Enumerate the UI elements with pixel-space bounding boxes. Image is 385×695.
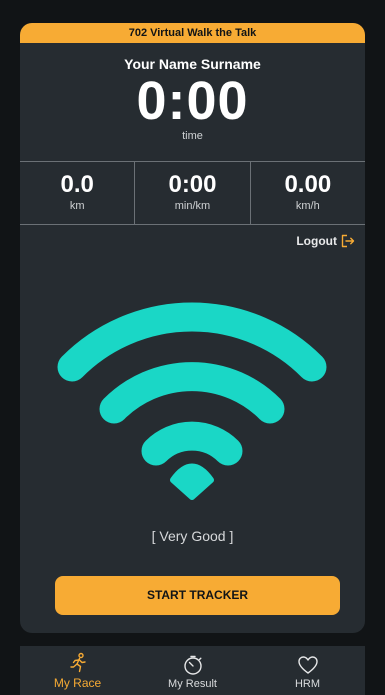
tab-my-result-label: My Result <box>168 678 217 690</box>
distance-stat: 0.0 km <box>20 162 136 224</box>
wifi-signal-icon <box>57 302 327 500</box>
speed-value: 0.00 <box>284 171 332 198</box>
pace-stat: 0:00 min/km <box>135 162 251 224</box>
app-screen: 702 Virtual Walk the Talk Your Name Surn… <box>0 0 385 695</box>
tab-hrm[interactable]: HRM <box>250 646 365 695</box>
runner-icon <box>69 652 86 673</box>
speed-stat: 0.00 km/h <box>251 162 365 224</box>
heart-icon <box>297 656 318 674</box>
start-tracker-button[interactable]: START TRACKER <box>55 576 340 615</box>
pace-unit: min/km <box>174 200 211 212</box>
elapsed-time-label: time <box>182 130 203 142</box>
event-banner: 702 Virtual Walk the Talk <box>20 23 365 43</box>
logout-icon <box>341 234 355 248</box>
logout-label: Logout <box>296 234 337 248</box>
stats-row: 0.0 km 0:00 min/km 0.00 km/h <box>20 161 365 225</box>
distance-unit: km <box>69 200 85 212</box>
logout-button[interactable]: Logout <box>296 234 355 248</box>
signal-status: [ Very Good ] <box>151 528 234 544</box>
tab-my-race-label: My Race <box>53 676 102 690</box>
tab-my-race[interactable]: My Race <box>20 646 135 695</box>
race-card: 702 Virtual Walk the Talk Your Name Surn… <box>20 23 365 633</box>
participant-name: Your Name Surname <box>124 56 261 72</box>
pace-value: 0:00 <box>168 171 217 198</box>
tab-hrm-label: HRM <box>294 678 321 690</box>
bottom-tab-bar: My Race My Result HRM <box>20 646 365 695</box>
elapsed-time: 0:00 <box>136 71 249 131</box>
distance-value: 0.0 <box>60 171 94 198</box>
tab-my-result[interactable]: My Result <box>135 646 250 695</box>
stopwatch-icon <box>183 655 202 675</box>
speed-unit: km/h <box>295 200 320 212</box>
